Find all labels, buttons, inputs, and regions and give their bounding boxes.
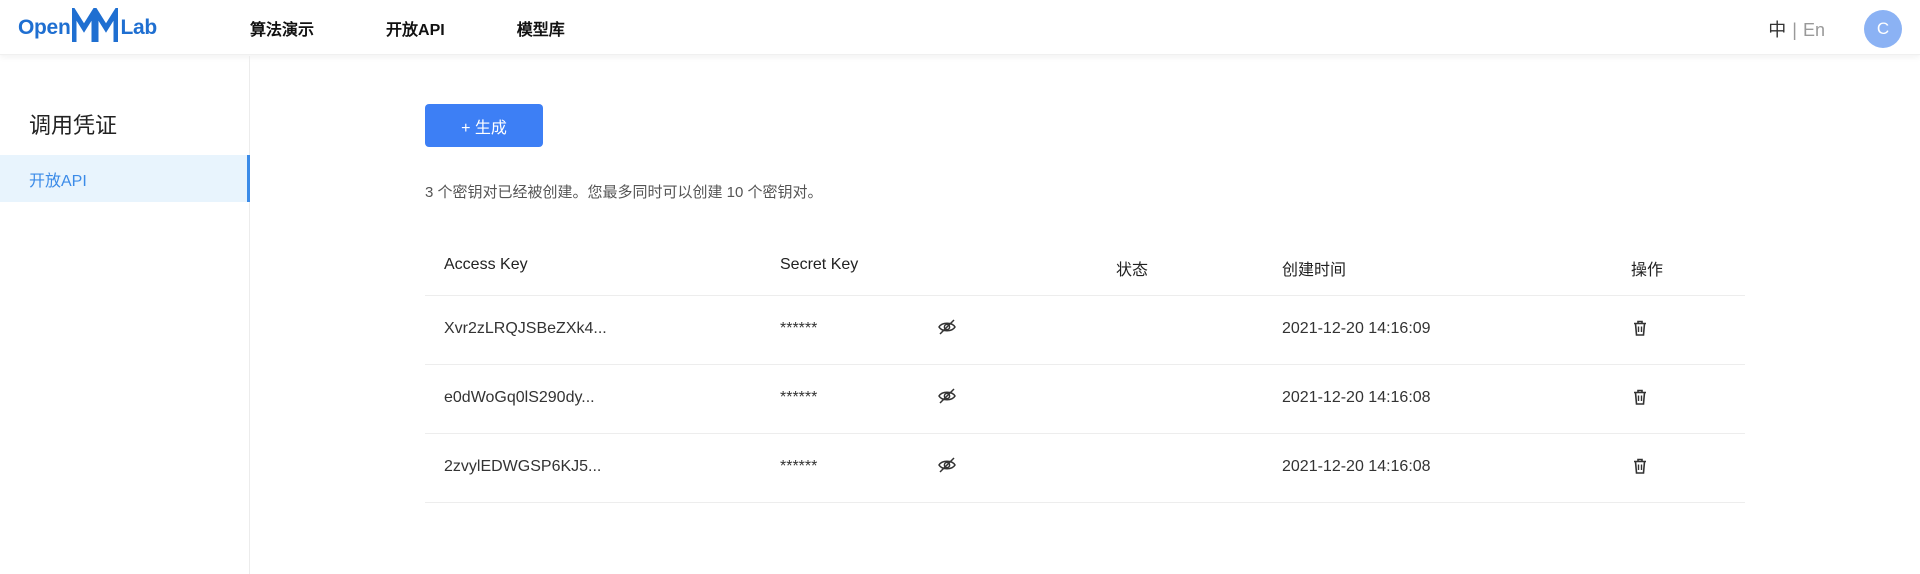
table-row: 2zvylEDWGSP6KJ5... ****** 2021-12-20 14:… <box>425 434 1745 503</box>
created-time: 2021-12-20 14:16:08 <box>1282 458 1431 475</box>
trash-icon[interactable] <box>1631 388 1649 406</box>
lang-separator: | <box>1792 20 1797 40</box>
created-time: 2021-12-20 14:16:08 <box>1282 389 1431 406</box>
table-header: Access Key Secret Key 状态 创建时间 操作 <box>425 236 1745 296</box>
sidebar-item-open-api[interactable]: 开放API <box>0 155 250 202</box>
api-keys-table: Access Key Secret Key 状态 创建时间 操作 Xvr2zLR… <box>425 236 1745 503</box>
key-count-info: 3 个密钥对已经被创建。您最多同时可以创建 10 个密钥对。 <box>425 184 823 201</box>
user-avatar[interactable]: C <box>1864 10 1902 48</box>
header-secret-key: Secret Key <box>780 256 859 273</box>
access-key-value: Xvr2zLRQJSBeZXk4... <box>444 320 607 337</box>
nav-item-open-api[interactable]: 开放API <box>386 16 445 40</box>
trash-icon[interactable] <box>1631 319 1649 337</box>
logo-text-open: Open <box>18 16 71 39</box>
trash-icon[interactable] <box>1631 457 1649 475</box>
logo-mm-icon <box>71 2 119 49</box>
created-time: 2021-12-20 14:16:09 <box>1282 320 1431 337</box>
secret-key-masked: ****** <box>780 458 818 475</box>
generate-key-button[interactable]: + 生成 <box>425 104 543 147</box>
lang-en[interactable]: En <box>1803 20 1825 40</box>
eye-off-icon[interactable] <box>937 387 957 405</box>
openmmlab-logo[interactable]: Open Lab <box>18 2 157 49</box>
eye-off-icon[interactable] <box>937 456 957 474</box>
eye-off-icon[interactable] <box>937 318 957 336</box>
header-created-time: 创建时间 <box>1282 262 1347 279</box>
header-access-key: Access Key <box>444 256 528 273</box>
header-status: 状态 <box>1116 262 1149 279</box>
top-navbar: Open Lab 算法演示 开放API 模型库 中 | En C <box>0 0 1920 55</box>
table-row: Xvr2zLRQJSBeZXk4... ****** 2021-12-20 14… <box>425 296 1745 365</box>
header-action: 操作 <box>1631 262 1664 279</box>
sidebar-title: 调用凭证 <box>29 113 118 138</box>
lang-zh[interactable]: 中 <box>1768 20 1786 40</box>
main-nav: 算法演示 开放API 模型库 <box>250 0 637 55</box>
nav-item-model-zoo[interactable]: 模型库 <box>517 16 565 40</box>
secret-key-masked: ****** <box>780 320 818 337</box>
access-key-value: 2zvylEDWGSP6KJ5... <box>444 458 602 475</box>
language-switcher: 中 | En <box>1768 16 1825 42</box>
nav-item-algorithm-demo[interactable]: 算法演示 <box>250 16 314 40</box>
table-row: e0dWoGq0lS290dy... ****** 2021-12-20 14:… <box>425 365 1745 434</box>
secret-key-masked: ****** <box>780 389 818 406</box>
sidebar: 调用凭证 开放API <box>0 56 250 574</box>
logo-text-lab: Lab <box>120 16 157 39</box>
access-key-value: e0dWoGq0lS290dy... <box>444 389 595 406</box>
